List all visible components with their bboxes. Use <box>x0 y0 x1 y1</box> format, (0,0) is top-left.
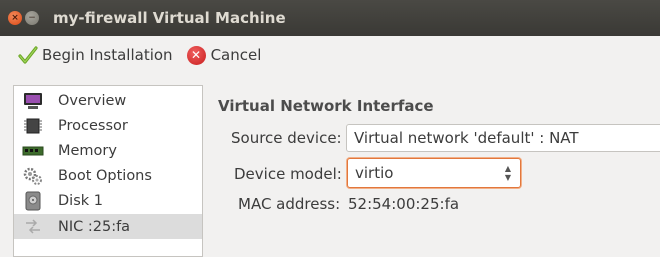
sidebar-item-overview[interactable]: Overview <box>14 88 202 113</box>
begin-installation-button[interactable]: Begin Installation <box>0 45 173 65</box>
sidebar-item-memory[interactable]: Memory <box>14 138 202 163</box>
sidebar-item-boot-options[interactable]: Boot Options <box>14 163 202 188</box>
mac-address-value: 52:54:00:25:fa <box>348 195 460 213</box>
sidebar-item-label: Boot Options <box>58 167 152 184</box>
memory-icon <box>22 141 44 161</box>
sidebar-item-label: NIC :25:fa <box>58 218 131 235</box>
begin-installation-label: Begin Installation <box>42 46 173 64</box>
sidebar-item-label: Memory <box>58 142 117 159</box>
device-model-select[interactable]: virtio ▲ ▼ <box>347 158 521 188</box>
gears-icon <box>22 166 44 186</box>
disk-icon <box>22 191 44 211</box>
monitor-icon <box>22 91 44 111</box>
sidebar-item-label: Processor <box>58 117 128 134</box>
mac-address-label: MAC address: <box>238 195 341 213</box>
sidebar-item-label: Disk 1 <box>58 192 103 209</box>
source-device-value: Virtual network 'default' : NAT <box>354 129 579 147</box>
cancel-button[interactable]: ✕ Cancel <box>173 45 262 65</box>
toolbar: Begin Installation ✕ Cancel <box>0 36 660 74</box>
window-title: my-firewall Virtual Machine <box>53 9 286 27</box>
sidebar-item-label: Overview <box>58 92 127 109</box>
section-title: Virtual Network Interface <box>218 97 434 115</box>
device-model-value: virtio <box>355 164 394 182</box>
sidebar-item-processor[interactable]: Processor <box>14 113 202 138</box>
window-minimize-button[interactable]: − <box>25 11 39 25</box>
window-close-button[interactable]: × <box>8 11 22 25</box>
hardware-list: Overview Processor Memory Boot Options D… <box>13 85 203 257</box>
sidebar-item-disk-1[interactable]: Disk 1 <box>14 188 202 213</box>
device-model-label: Device model: <box>234 165 342 183</box>
network-icon <box>22 217 44 237</box>
checkmark-icon <box>18 45 38 65</box>
sidebar-item-nic[interactable]: NIC :25:fa <box>14 214 202 239</box>
source-device-label: Source device: <box>231 129 342 147</box>
chip-icon <box>22 116 44 136</box>
combo-arrows-icon: ▲ ▼ <box>504 164 512 182</box>
cancel-icon: ✕ <box>186 45 206 65</box>
cancel-label: Cancel <box>210 46 262 64</box>
window-titlebar: × − my-firewall Virtual Machine <box>0 0 660 36</box>
source-device-select[interactable]: Virtual network 'default' : NAT <box>346 124 660 152</box>
